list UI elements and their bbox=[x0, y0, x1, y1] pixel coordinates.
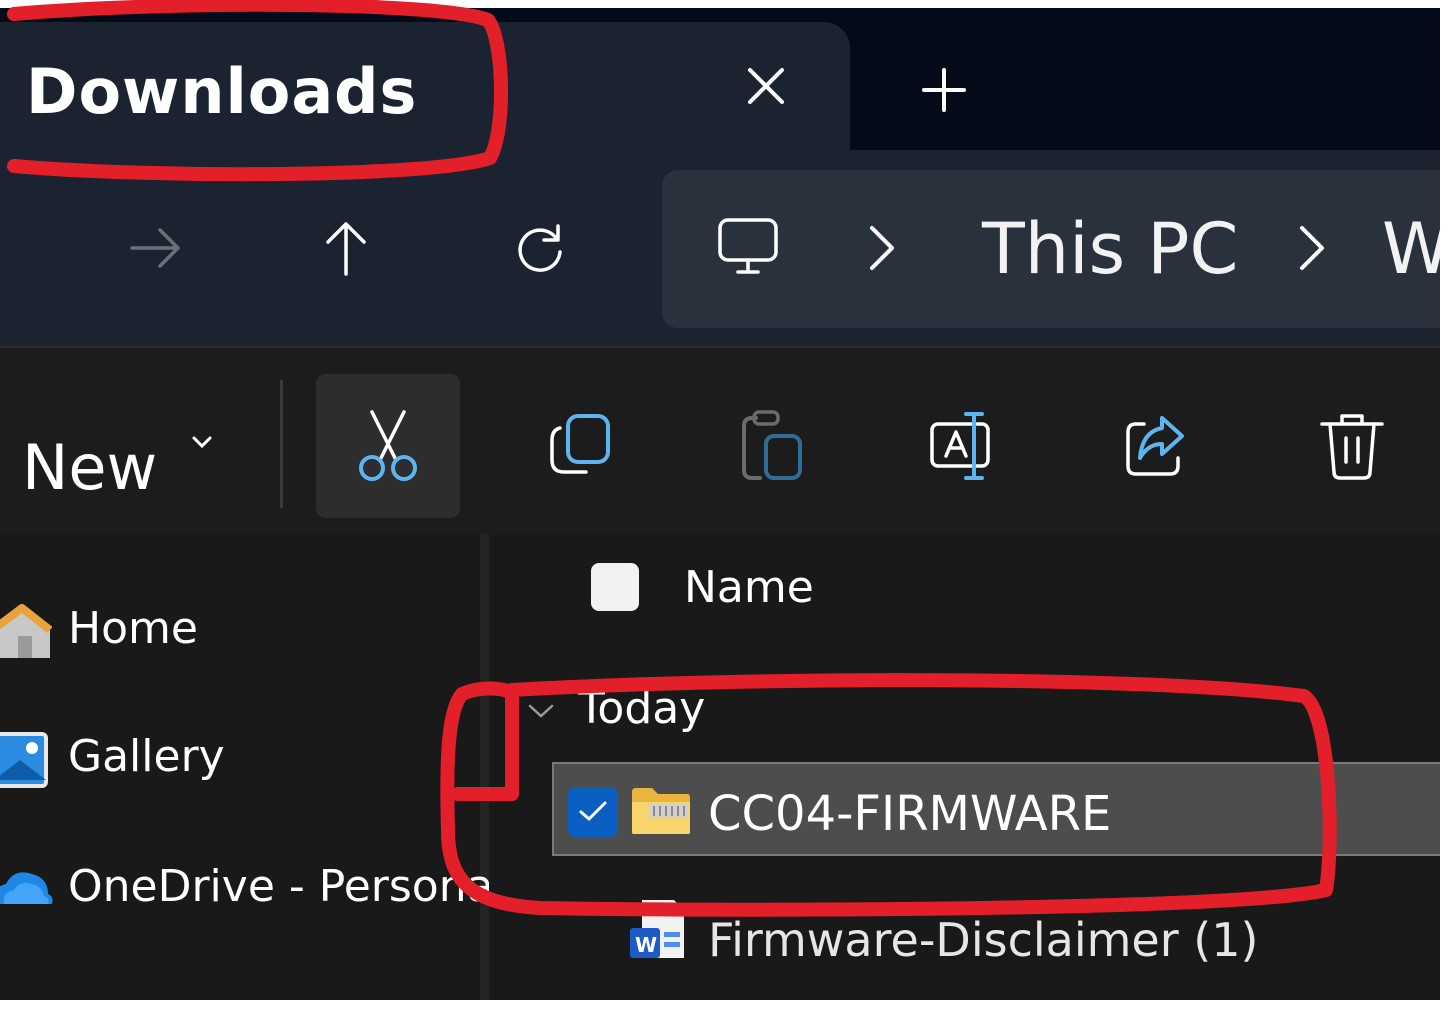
tab-close-button[interactable] bbox=[738, 58, 794, 114]
copy-icon bbox=[550, 414, 610, 474]
sidebar-item-gallery[interactable]: Gallery bbox=[0, 722, 470, 792]
toolbar-separator bbox=[280, 380, 283, 508]
copy-button[interactable] bbox=[508, 374, 652, 518]
select-all-checkbox[interactable] bbox=[591, 563, 639, 611]
gallery-icon bbox=[0, 732, 48, 788]
breadcrumb-separator-icon[interactable] bbox=[864, 222, 900, 274]
file-explorer-window: Downloads This PC W New Home Gallery One… bbox=[0, 0, 1440, 1012]
close-icon bbox=[748, 68, 784, 104]
chevron-down-icon[interactable] bbox=[188, 432, 216, 452]
row-checkbox[interactable] bbox=[568, 787, 618, 837]
tab-title: Downloads bbox=[26, 55, 418, 128]
share-button[interactable] bbox=[1084, 374, 1228, 518]
breadcrumb-this-pc[interactable]: This PC bbox=[982, 204, 1238, 294]
refresh-icon bbox=[518, 224, 562, 272]
sidebar-item-label: Gallery bbox=[68, 731, 225, 782]
group-header-today[interactable]: Today bbox=[578, 674, 705, 744]
check-icon bbox=[579, 801, 607, 821]
up-button[interactable] bbox=[316, 218, 376, 278]
file-name[interactable]: Firmware-Disclaimer (1) bbox=[708, 902, 1258, 978]
zip-folder-icon bbox=[632, 788, 690, 834]
word-document-icon: W bbox=[630, 900, 684, 958]
top-edge bbox=[0, 0, 1440, 8]
sidebar-item-home[interactable]: Home bbox=[0, 594, 470, 664]
bottom-edge bbox=[0, 1000, 1452, 1012]
breadcrumb-separator-icon[interactable] bbox=[1294, 222, 1330, 274]
rename-icon bbox=[930, 412, 990, 480]
svg-text:W: W bbox=[635, 933, 657, 957]
pane-divider[interactable] bbox=[480, 534, 489, 1012]
column-header-name[interactable]: Name bbox=[684, 553, 814, 623]
scissors-icon bbox=[359, 410, 417, 481]
sidebar-item-label: Home bbox=[68, 603, 198, 654]
forward-button[interactable] bbox=[126, 218, 186, 278]
sidebar-item-label: OneDrive - Persona bbox=[68, 861, 494, 912]
right-edge bbox=[1440, 0, 1452, 1012]
breadcrumb-folder[interactable]: W bbox=[1382, 204, 1440, 294]
plus-icon bbox=[922, 68, 966, 112]
home-icon bbox=[0, 604, 52, 658]
paste-button[interactable] bbox=[700, 374, 844, 518]
rename-button[interactable] bbox=[892, 374, 1036, 518]
new-tab-button[interactable] bbox=[914, 60, 974, 120]
onedrive-icon bbox=[0, 872, 53, 904]
chevron-down-icon[interactable] bbox=[524, 700, 558, 722]
new-button[interactable]: New bbox=[22, 428, 157, 508]
delete-button[interactable] bbox=[1280, 374, 1424, 518]
monitor-icon[interactable] bbox=[716, 216, 780, 278]
arrow-up-icon bbox=[326, 222, 366, 276]
arrow-right-icon bbox=[130, 228, 180, 268]
trash-icon bbox=[1320, 414, 1384, 480]
clipboard-icon bbox=[742, 410, 802, 480]
file-name[interactable]: CC04-FIRMWARE bbox=[708, 776, 1111, 852]
sidebar-item-onedrive[interactable]: OneDrive - Persona bbox=[0, 852, 494, 922]
cut-button[interactable] bbox=[316, 374, 460, 518]
refresh-button[interactable] bbox=[510, 218, 570, 278]
share-icon bbox=[1126, 416, 1184, 476]
